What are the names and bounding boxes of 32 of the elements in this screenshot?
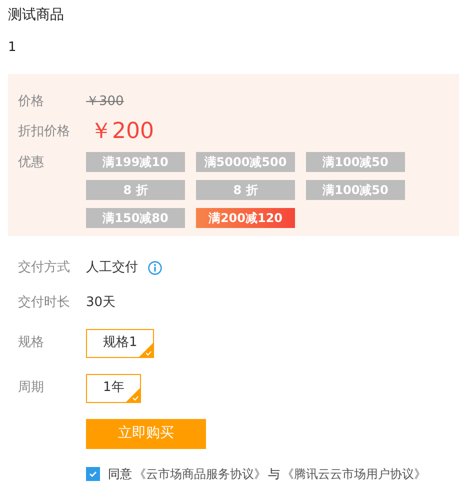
original-price: ￥300: [86, 92, 124, 111]
field-label: 交付时长: [18, 294, 71, 312]
coupon-tag[interactable]: 8 折: [196, 180, 295, 200]
coupon-tag[interactable]: 满100减50: [306, 180, 405, 200]
agree-checkbox[interactable]: [86, 466, 100, 480]
conjunction-text: 与: [268, 466, 280, 482]
check-corner-icon: [139, 342, 154, 356]
field-label: 价格: [18, 92, 45, 111]
agreement-link[interactable]: 《腾讯云云市场用户协议》: [282, 464, 426, 482]
agreement-link[interactable]: 《云市场商品服务协议》: [134, 464, 266, 482]
coupon-tag[interactable]: 满100减50: [306, 152, 405, 172]
option-button[interactable]: 规格1: [86, 328, 154, 358]
delivery-method: 人工交付: [86, 258, 138, 277]
field-label: 交付方式: [18, 258, 71, 277]
coupon-tag[interactable]: 满150减80: [86, 208, 185, 228]
coupon-tag[interactable]: 满200减120: [196, 208, 295, 228]
coupon-tag[interactable]: 8 折: [86, 180, 185, 200]
coupon-tag[interactable]: 满199减10: [86, 152, 185, 172]
product-subtitle: 1: [8, 39, 18, 57]
check-corner-icon: [126, 388, 140, 402]
field-label: 规格: [18, 334, 45, 352]
field-label: 周期: [18, 379, 45, 398]
field-label: 折扣价格: [18, 122, 71, 141]
agree-label: 同意: [108, 466, 132, 482]
field-label: 优惠: [18, 154, 45, 172]
option-button[interactable]: 1年: [86, 374, 142, 402]
discount-price: ￥200: [90, 118, 154, 146]
buy-button[interactable]: 立即购买: [86, 418, 206, 448]
product-title: 测试商品: [8, 6, 65, 23]
delivery-duration: 30天: [86, 294, 116, 312]
coupon-tag[interactable]: 满5000减500: [196, 152, 295, 172]
info-icon[interactable]: [148, 260, 162, 274]
